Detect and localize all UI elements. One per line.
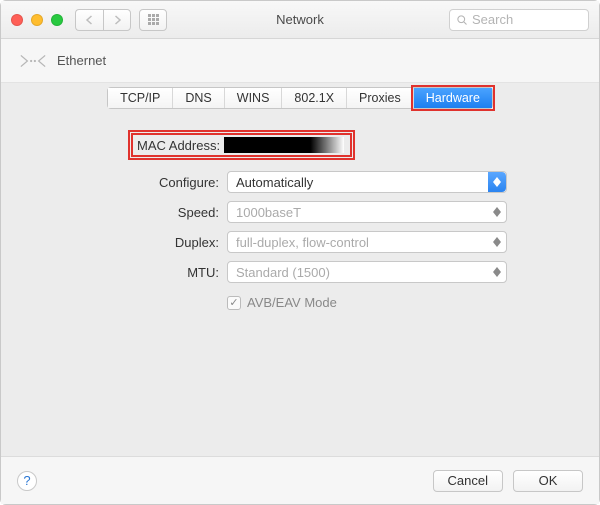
mtu-value: Standard (1500)	[236, 265, 330, 280]
tab-wins[interactable]: WINS	[225, 88, 283, 108]
hardware-form: MAC Address: Configure: Automatically Sp…	[21, 133, 579, 310]
mac-address-label: MAC Address:	[137, 138, 220, 153]
tabs: TCP/IP DNS WINS 802.1X Proxies Hardware	[107, 87, 493, 109]
tab-dns[interactable]: DNS	[173, 88, 224, 108]
show-all-button[interactable]	[139, 9, 167, 31]
mtu-label: MTU:	[21, 265, 221, 280]
avb-row: ✓ AVB/EAV Mode	[227, 295, 579, 310]
cancel-button[interactable]: Cancel	[433, 470, 503, 492]
chevron-updown-icon	[488, 232, 506, 252]
close-window-button[interactable]	[11, 14, 23, 26]
help-button[interactable]: ?	[17, 471, 37, 491]
tabs-bar: TCP/IP DNS WINS 802.1X Proxies Hardware	[1, 83, 599, 109]
duplex-value: full-duplex, flow-control	[236, 235, 369, 250]
speed-label: Speed:	[21, 205, 221, 220]
tab-tcpip[interactable]: TCP/IP	[108, 88, 173, 108]
mac-address-row: MAC Address:	[131, 133, 579, 157]
duplex-select[interactable]: full-duplex, flow-control	[227, 231, 507, 253]
tab-proxies[interactable]: Proxies	[347, 88, 414, 108]
duplex-label: Duplex:	[21, 235, 221, 250]
titlebar: Network Search	[1, 1, 599, 39]
avb-label: AVB/EAV Mode	[247, 295, 337, 310]
chevron-updown-icon	[488, 172, 506, 192]
breadcrumb: Ethernet	[1, 39, 599, 83]
configure-select[interactable]: Automatically	[227, 171, 507, 193]
search-icon	[456, 14, 468, 26]
tab-hardware[interactable]: Hardware	[414, 88, 492, 108]
avb-checkbox[interactable]: ✓	[227, 296, 241, 310]
footer: ? Cancel OK	[1, 456, 599, 504]
ethernet-icon	[19, 51, 47, 71]
search-placeholder: Search	[472, 12, 513, 27]
mac-address-value	[224, 137, 344, 153]
traffic-lights	[11, 14, 63, 26]
mac-address-highlight: MAC Address:	[131, 133, 352, 157]
back-button[interactable]	[75, 9, 103, 31]
ok-button[interactable]: OK	[513, 470, 583, 492]
chevron-updown-icon	[488, 262, 506, 282]
tab-8021x[interactable]: 802.1X	[282, 88, 347, 108]
window-network: Network Search Ethernet TCP/IP DNS WINS …	[0, 0, 600, 505]
breadcrumb-label: Ethernet	[57, 53, 106, 68]
search-field[interactable]: Search	[449, 9, 589, 31]
zoom-window-button[interactable]	[51, 14, 63, 26]
grid-icon	[148, 14, 159, 25]
forward-button[interactable]	[103, 9, 131, 31]
minimize-window-button[interactable]	[31, 14, 43, 26]
mtu-select[interactable]: Standard (1500)	[227, 261, 507, 283]
configure-value: Automatically	[236, 175, 313, 190]
configure-label: Configure:	[21, 175, 221, 190]
chevron-updown-icon	[488, 202, 506, 222]
hardware-panel: MAC Address: Configure: Automatically Sp…	[1, 109, 599, 456]
speed-value: 1000baseT	[236, 205, 301, 220]
nav-buttons	[75, 9, 131, 31]
speed-select[interactable]: 1000baseT	[227, 201, 507, 223]
